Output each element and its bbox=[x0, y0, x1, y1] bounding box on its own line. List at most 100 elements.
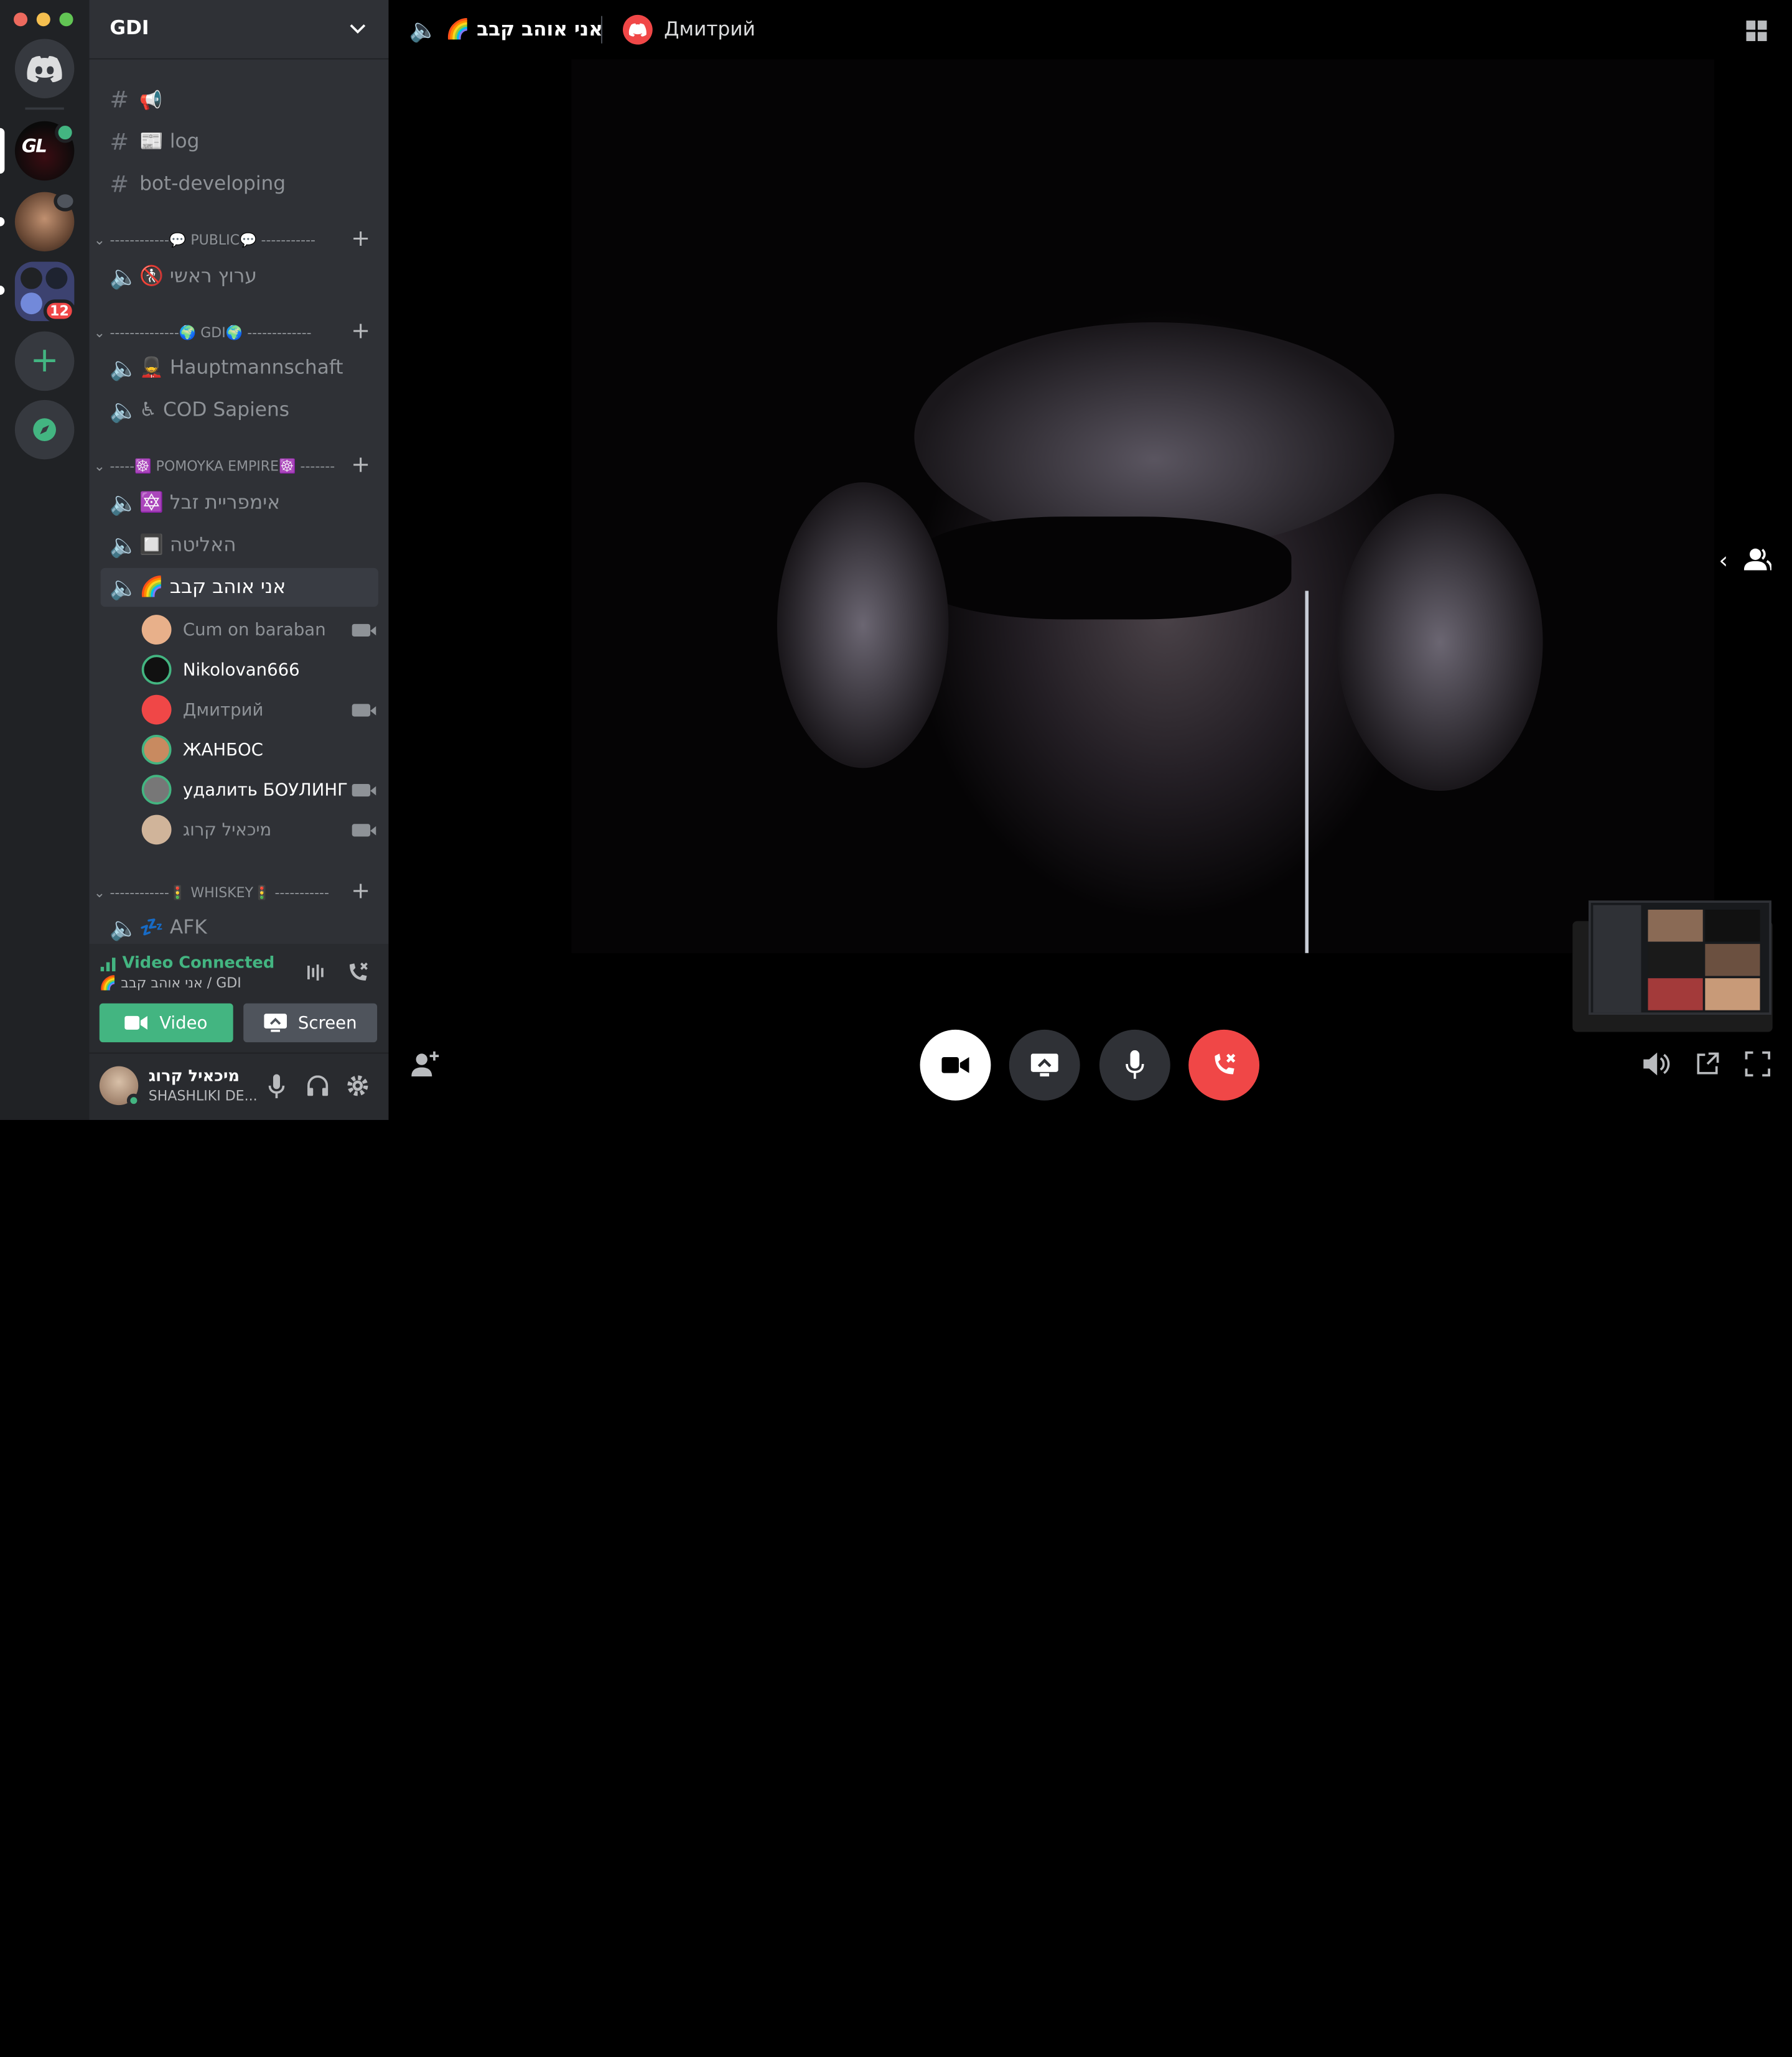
discord-logo-icon bbox=[628, 23, 646, 37]
leave-call-button[interactable] bbox=[1188, 1029, 1260, 1101]
category-whiskey[interactable]: ⌄ ------------🚦 WHISKEY🚦 ----------- + bbox=[94, 877, 380, 904]
voice-channel[interactable]: 🔈 💂 Hauptmannschaft bbox=[101, 348, 378, 387]
chevron-down-icon bbox=[350, 24, 366, 34]
text-channel-log[interactable]: # 📰 log bbox=[101, 123, 378, 161]
gear-icon[interactable] bbox=[347, 1074, 370, 1097]
camera-icon bbox=[125, 1015, 148, 1030]
discord-logo-icon bbox=[27, 55, 62, 83]
add-person-icon[interactable] bbox=[411, 1051, 439, 1077]
call-view: 🔈 🌈 אני אוהב קבב Дмитрий ‹ bbox=[388, 0, 1792, 1120]
volume-icon[interactable] bbox=[1643, 1052, 1671, 1076]
member-name: удалить БОУЛИНГ bbox=[182, 779, 348, 800]
video-sunglasses bbox=[914, 516, 1292, 620]
voice-channel[interactable]: 🔈 🔯 אימפריית זבל bbox=[101, 483, 378, 522]
category-gdi[interactable]: ⌄ --------------🌍 GDI🌍 ------------- + bbox=[94, 317, 380, 344]
category-label: ------------💬 PUBLIC💬 ----------- bbox=[110, 231, 315, 248]
toggle-mute-button[interactable] bbox=[1099, 1029, 1170, 1101]
avatar bbox=[141, 775, 172, 805]
video-button[interactable]: Video bbox=[99, 1003, 233, 1043]
hash-icon: # bbox=[110, 170, 129, 198]
chevron-left-icon: ‹ bbox=[1719, 546, 1729, 574]
headphones-icon[interactable] bbox=[306, 1075, 329, 1096]
notification-badge: 12 bbox=[43, 299, 76, 322]
avatar bbox=[141, 734, 172, 765]
plus-icon[interactable]: + bbox=[351, 317, 370, 344]
voice-channel[interactable]: 🔈 🚷 ערוץ ראשי bbox=[101, 257, 378, 296]
screen-share-icon bbox=[263, 1014, 287, 1032]
plus-icon[interactable]: + bbox=[351, 224, 370, 251]
speaker-icon: 🔈 bbox=[110, 263, 139, 291]
voice-connection-panel: Video Connected 🌈 אני אוהב קבב / GDI Vid… bbox=[89, 944, 389, 1054]
avatar bbox=[141, 655, 172, 685]
member-name: Дмитрий bbox=[182, 699, 264, 721]
speaker-icon: 🔈 bbox=[110, 396, 139, 424]
toggle-camera-button[interactable] bbox=[920, 1029, 991, 1101]
guild-header[interactable]: GDI bbox=[89, 0, 389, 60]
explore-servers-button[interactable] bbox=[14, 399, 75, 460]
member-name: Nikolovan666 bbox=[182, 659, 300, 680]
channel-label: 🔲 האליטה bbox=[139, 533, 236, 557]
folder-server-icon bbox=[45, 267, 68, 289]
category-public[interactable]: ⌄ ------------💬 PUBLIC💬 ----------- + bbox=[94, 224, 380, 251]
noise-suppression-icon[interactable] bbox=[306, 963, 327, 983]
text-channel-announcements[interactable]: # 📢 bbox=[101, 80, 378, 119]
fullscreen-icon[interactable] bbox=[1745, 1051, 1771, 1077]
channel-label: bot-developing bbox=[139, 172, 286, 196]
category-pomoyka-empire[interactable]: ⌄ -----☸️ POMOYKA EMPIRE☸️ ------- + bbox=[94, 450, 380, 478]
call-channel-name: 🌈 אני אוהב קבב bbox=[446, 18, 603, 42]
members-drawer-toggle[interactable]: ‹ bbox=[1714, 546, 1778, 574]
voice-channel[interactable]: 🔈 💤 AFK bbox=[101, 908, 378, 947]
category-label: ------------🚦 WHISKEY🚦 ----------- bbox=[110, 884, 329, 901]
video-right-hand bbox=[1337, 493, 1543, 791]
hash-icon: # bbox=[110, 128, 129, 156]
voice-channel-selected[interactable]: 🔈 🌈 אני אוהב קבב bbox=[100, 567, 378, 607]
plus-icon[interactable]: + bbox=[351, 450, 370, 478]
voice-channel[interactable]: 🔈 ♿ COD Sapiens bbox=[101, 391, 378, 429]
guild-name: GDI bbox=[110, 17, 149, 40]
plus-icon[interactable]: + bbox=[351, 877, 370, 904]
toggle-screen-share-button[interactable] bbox=[1009, 1029, 1080, 1101]
avatar bbox=[623, 14, 653, 45]
member-name: מיכאיל קרוג bbox=[182, 819, 272, 840]
voice-member[interactable]: מיכאיל קרוג bbox=[141, 813, 382, 847]
preview-tile bbox=[1705, 944, 1760, 976]
compass-icon bbox=[33, 418, 56, 441]
preview-sidebar bbox=[1593, 905, 1641, 1013]
connection-location[interactable]: 🌈 אני אוהב קבב / GDI bbox=[100, 975, 241, 991]
minimize-window-button[interactable] bbox=[36, 12, 50, 27]
home-button[interactable] bbox=[14, 39, 75, 98]
member-name: Cum on baraban bbox=[182, 619, 326, 640]
screen-share-button[interactable]: Screen bbox=[243, 1003, 378, 1043]
user-panel: מיכאיל קרוג SHASHLIKI DE... bbox=[89, 1053, 389, 1120]
people-icon bbox=[1743, 548, 1771, 571]
grid-layout-icon[interactable] bbox=[1746, 21, 1767, 42]
microphone-icon bbox=[1126, 1050, 1144, 1079]
voice-member[interactable]: удалить БОУЛИНГ bbox=[141, 773, 382, 807]
channel-sidebar: GDI # 📢 # 📰 log # bot-developing ⌄ ------… bbox=[89, 0, 389, 1120]
main-video-feed[interactable] bbox=[571, 59, 1715, 953]
avatar bbox=[141, 694, 172, 725]
screen-share-icon bbox=[1030, 1053, 1058, 1077]
voice-member[interactable]: Nikolovan666 bbox=[141, 653, 382, 687]
camera-icon bbox=[352, 783, 376, 796]
zoom-window-button[interactable] bbox=[59, 12, 73, 27]
pop-out-icon[interactable] bbox=[1695, 1052, 1720, 1076]
folder-server-icon bbox=[21, 267, 42, 289]
text-channel-bot-developing[interactable]: # bot-developing bbox=[101, 164, 378, 203]
video-left-hand bbox=[777, 482, 949, 768]
voice-member[interactable]: ЖАНБОС bbox=[141, 732, 382, 767]
signal-bars-icon bbox=[100, 958, 116, 972]
voice-member[interactable]: Дмитрий bbox=[141, 693, 382, 727]
camera-icon bbox=[352, 823, 376, 836]
channel-label: 🚷 ערוץ ראשי bbox=[139, 265, 257, 288]
voice-channel[interactable]: 🔈 🔲 האליטה bbox=[101, 526, 378, 564]
voice-member[interactable]: Cum on baraban bbox=[141, 612, 382, 646]
disconnect-icon[interactable] bbox=[345, 960, 370, 985]
preview-tile bbox=[1705, 978, 1760, 1010]
close-window-button[interactable] bbox=[14, 12, 28, 27]
self-video-preview[interactable] bbox=[1589, 900, 1771, 1015]
microphone-icon[interactable] bbox=[268, 1074, 285, 1099]
category-label: -----☸️ POMOYKA EMPIRE☸️ ------- bbox=[110, 458, 335, 475]
username: מיכאיל קרוג bbox=[148, 1067, 240, 1086]
add-server-button[interactable]: + bbox=[14, 331, 75, 391]
